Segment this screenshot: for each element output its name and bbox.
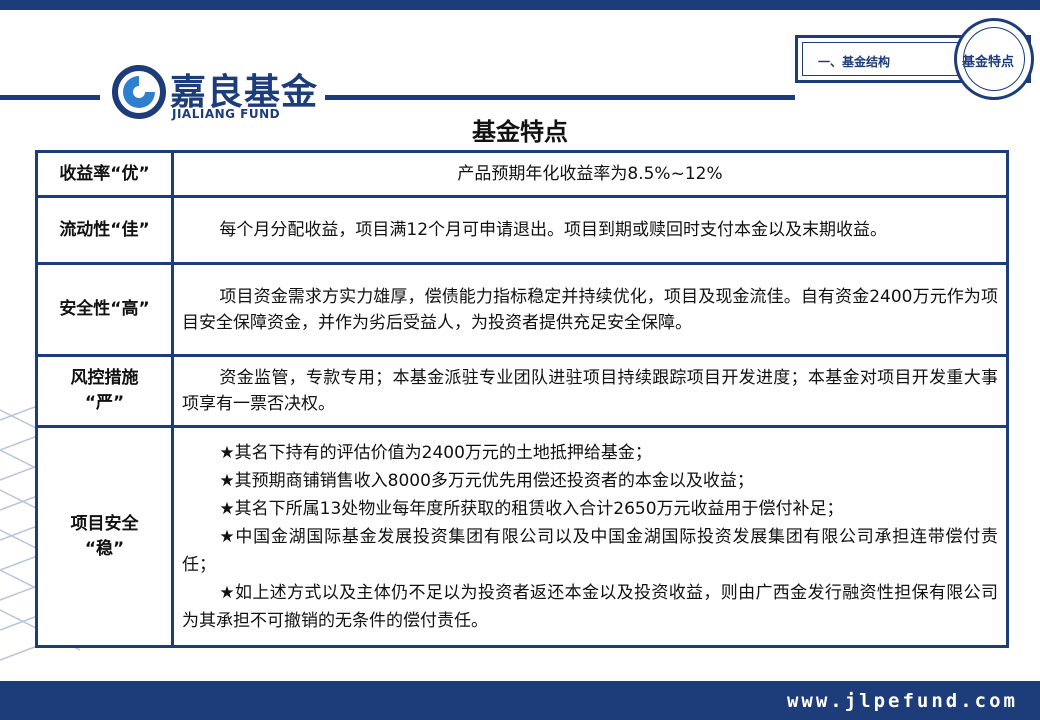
table-row-project-security: 项目安全 “稳” ★其名下持有的评估价值为2400万元的土地抵押给基金； ★其预… bbox=[35, 425, 1009, 648]
row-label-line1: 风控措施 bbox=[70, 368, 139, 388]
table-row-liquidity: 流动性“佳” 每个月分配收益，项目满12个月可申请退出。项目到期或赎回时支付本金… bbox=[35, 195, 1009, 265]
table-row-safety: 安全性“高” 项目资金需求方实力雄厚，偿债能力指标稳定并持续优化，项目及现金流佳… bbox=[35, 262, 1009, 357]
list-item: ★其名下持有的评估价值为2400万元的土地抵押给基金； bbox=[219, 442, 652, 463]
row-label-line1: 项目安全 bbox=[70, 513, 139, 534]
row-content: 资金监管，专款专用；本基金派驻专业团队进驻项目持续跟踪项目开发进度；本基金对项目… bbox=[182, 368, 998, 414]
table-row-yield: 收益率“优” 产品预期年化收益率为8.5%~12% bbox=[35, 150, 1009, 198]
row-label-line2: “严” bbox=[84, 393, 125, 413]
row-content: 产品预期年化收益率为8.5%~12% bbox=[171, 150, 1009, 198]
table-row-risk-control: 风控措施 “严” 资金监管，专款专用；本基金派驻专业团队进驻项目持续跟踪项目开发… bbox=[35, 354, 1009, 428]
page-title: 基金特点 bbox=[472, 118, 568, 146]
features-table: 收益率“优” 产品预期年化收益率为8.5%~12% 流动性“佳” 每个月分配收益… bbox=[35, 150, 1009, 648]
footer-url-link[interactable]: www.jlpefund.com bbox=[787, 690, 1018, 712]
list-item: ★其名下所属13处物业每年度所获取的租赁收入合计2650万元收益用于偿付补足； bbox=[219, 498, 844, 519]
top-band bbox=[0, 0, 1040, 10]
list-item: ★如上述方式以及主体仍不足以为投资者返还本金以及投资收益，则由广西金发行融资性担… bbox=[182, 582, 998, 631]
row-label: 安全性“高” bbox=[35, 262, 174, 357]
row-content: 每个月分配收益，项目满12个月可申请退出。项目到期或赎回时支付本金以及末期收益。 bbox=[219, 220, 888, 240]
list-item: ★其预期商铺销售收入8000多万元优先用偿还投资者的本金以及收益； bbox=[219, 470, 754, 491]
row-label: 收益率“优” bbox=[35, 150, 174, 198]
footer-bar: www.jlpefund.com bbox=[0, 681, 1040, 720]
list-item: ★中国金湖国际基金发展投资集团有限公司以及中国金湖国际投资发展集团有限公司承担连… bbox=[182, 526, 998, 575]
nav-item-fund-features[interactable]: 基金特点 bbox=[962, 51, 1014, 70]
row-content: 项目资金需求方实力雄厚，偿债能力指标稳定并持续优化，项目及现金流佳。自有资金24… bbox=[182, 286, 998, 333]
row-label: 流动性“佳” bbox=[35, 195, 174, 265]
nav-item-fund-structure[interactable]: 一、基金结构 bbox=[818, 53, 890, 70]
row-label-line2: “稳” bbox=[84, 538, 125, 559]
